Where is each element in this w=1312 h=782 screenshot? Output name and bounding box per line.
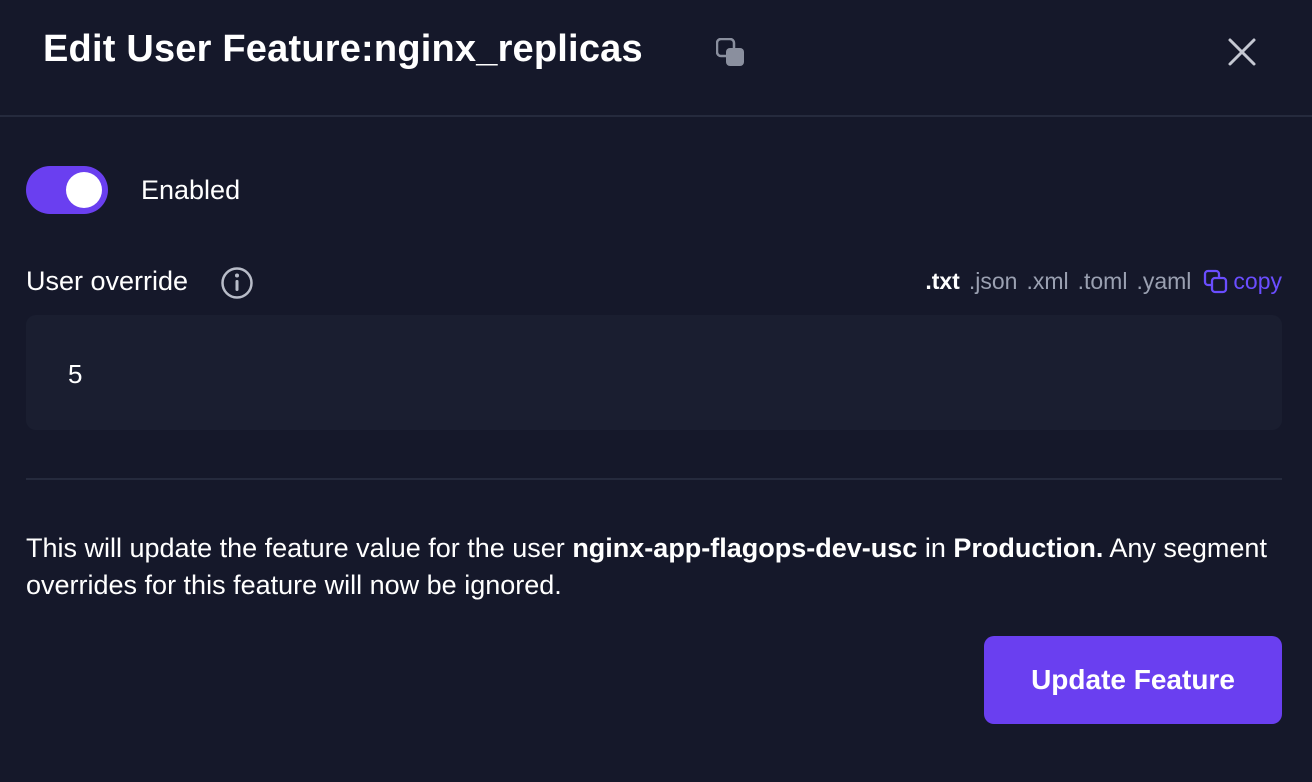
toggle-knob <box>66 172 102 208</box>
copy-value-button[interactable]: copy <box>1203 268 1282 295</box>
message-text-in: in <box>917 533 954 563</box>
edit-feature-modal: Edit User Feature:nginx_replicas Enabled… <box>0 0 1312 782</box>
format-txt[interactable]: .txt <box>925 268 960 295</box>
message-environment: Production. <box>953 533 1104 563</box>
modal-header: Edit User Feature:nginx_replicas <box>0 0 1312 117</box>
message-user: nginx-app-flagops-dev-usc <box>572 533 918 563</box>
info-icon[interactable] <box>220 266 254 300</box>
update-feature-button[interactable]: Update Feature <box>984 636 1282 724</box>
format-json[interactable]: .json <box>969 268 1018 295</box>
format-xml[interactable]: .xml <box>1026 268 1068 295</box>
copy-icon[interactable] <box>716 38 746 68</box>
modal-title: Edit User Feature:nginx_replicas <box>43 28 643 70</box>
user-override-label: User override <box>26 266 189 296</box>
copy-label: copy <box>1233 268 1282 294</box>
enabled-toggle[interactable] <box>26 166 108 214</box>
divider <box>26 478 1282 480</box>
format-selector: .txt .json .xml .toml .yaml copy <box>925 268 1282 295</box>
override-value: 5 <box>68 359 83 389</box>
copy-link-icon <box>1204 269 1228 293</box>
format-toml[interactable]: .toml <box>1078 268 1128 295</box>
enabled-label: Enabled <box>141 175 241 205</box>
close-icon[interactable] <box>1224 34 1260 70</box>
update-message: This will update the feature value for t… <box>26 530 1276 604</box>
override-value-input[interactable]: 5 <box>26 315 1282 430</box>
format-yaml[interactable]: .yaml <box>1136 268 1191 295</box>
message-text: This will update the feature value for t… <box>26 533 573 563</box>
